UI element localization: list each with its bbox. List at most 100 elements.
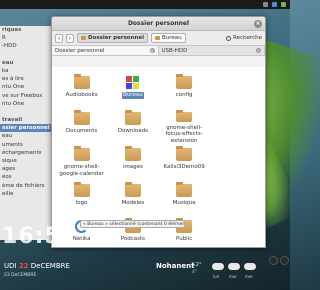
top-panel (0, 0, 290, 9)
folder-icon (155, 36, 161, 40)
folder-icon (176, 74, 193, 89)
tray-icon-2[interactable] (272, 2, 277, 7)
breadcrumb-home[interactable]: Dossier personnel (77, 33, 149, 43)
weather-day: lun (213, 274, 220, 279)
folder-icon (176, 182, 193, 197)
file-label: Bureau (122, 92, 144, 99)
weather-day: mar (229, 274, 237, 279)
file-item[interactable]: gnome-shell-focus-effects-extension (161, 108, 208, 144)
tray-icon-1[interactable] (263, 2, 268, 7)
sidebar-item[interactable] (0, 108, 51, 116)
search-button[interactable]: Recherche (226, 35, 262, 41)
window-titlebar[interactable]: Dossier personnel × (52, 17, 265, 31)
tab-bar: Dossier personnel × USB-HDD × (52, 46, 265, 56)
sidebar-item[interactable] (0, 51, 51, 59)
weather-city: Nohanent (156, 262, 195, 270)
file-item (212, 72, 259, 108)
tray-icon-3[interactable] (281, 2, 286, 7)
close-button[interactable]: × (254, 20, 262, 28)
tab-home[interactable]: Dossier personnel × (52, 46, 159, 55)
sidebar-item[interactable]: échargements (0, 149, 51, 157)
breadcrumb-bureau[interactable]: Bureau (151, 33, 186, 43)
dock (269, 256, 289, 265)
folder-icon (73, 182, 90, 197)
sidebar-item[interactable]: eau (0, 132, 51, 140)
tab-close-icon[interactable]: × (256, 48, 261, 53)
forward-button[interactable]: › (66, 33, 74, 43)
file-label: config (175, 92, 193, 98)
sidebar-item[interactable]: -HDD (0, 42, 51, 50)
file-item[interactable]: Kalisi3Demo09 (161, 144, 208, 180)
breadcrumb-label: Dossier personnel (88, 35, 145, 41)
desktop-date: UDI 22 DeCEMBRE (4, 262, 70, 270)
weather-temperature-low: 4° (192, 270, 198, 275)
weather-day: mer (245, 274, 254, 279)
file-label: images (122, 164, 143, 170)
file-item[interactable]: Musique (161, 180, 208, 216)
file-item[interactable]: Audiobooks (58, 72, 105, 108)
sidebar-item[interactable]: uments (0, 141, 51, 149)
dock-launcher[interactable] (280, 256, 289, 265)
folder-icon (176, 146, 193, 161)
desktop-cube-icon (126, 76, 140, 89)
file-label: Downloads (117, 128, 148, 134)
date-day: 22 (18, 262, 29, 270)
sidebar-item[interactable]: ntu One (0, 83, 51, 91)
date-month: DeCEMBRE (28, 262, 70, 270)
folder-icon (124, 182, 141, 197)
sidebar-item[interactable]: sique (0, 157, 51, 165)
file-label: Audiobooks (65, 92, 98, 98)
file-item[interactable]: images (109, 144, 156, 180)
desktop-small-date: 23 DeCEMBRE (4, 273, 37, 278)
folder-icon (73, 110, 90, 125)
sidebar-item[interactable]: es à lire (0, 75, 51, 83)
sidebar-item[interactable]: eille (0, 190, 51, 198)
file-item[interactable]: logo (58, 180, 105, 216)
file-item[interactable]: Bureau (109, 72, 156, 108)
file-item[interactable]: gnome-shell-google-calendar (58, 144, 105, 180)
sidebar-item: eau (2, 59, 14, 66)
tab-label: Dossier personnel (55, 47, 105, 54)
sidebar-item[interactable]: ntu One (0, 100, 51, 108)
search-icon (226, 35, 232, 41)
toolbar: ‹ › Dossier personnel Bureau Recherche (52, 31, 265, 46)
sidebar-item[interactable]: ka (0, 67, 51, 75)
folder-icon (73, 74, 90, 89)
window-title: Dossier personnel (127, 20, 190, 27)
file-label: Musique (172, 200, 196, 206)
file-label: Public (175, 236, 193, 242)
folder-icon (176, 110, 193, 122)
file-label: logo (75, 200, 88, 206)
file-item[interactable]: Downloads (109, 108, 156, 144)
file-label: gnome-shell-focus-effects-extension (165, 124, 203, 144)
tab-usb-hdd[interactable]: USB-HDD × (159, 46, 265, 55)
places-sidebar: riques R -HDD eau ka es à lire ntu One ve sur F… (0, 26, 52, 240)
sidebar-item[interactable]: ages (0, 165, 51, 173)
cloud-icon (212, 263, 224, 270)
back-button[interactable]: ‹ (55, 33, 63, 43)
search-label: Recherche (233, 35, 262, 41)
file-item[interactable]: Modèles (109, 180, 156, 216)
tab-close-icon[interactable]: × (149, 48, 155, 53)
file-label: Modèles (121, 200, 145, 206)
desktop-clock: 16:52 (2, 224, 78, 249)
folder-icon (124, 110, 141, 125)
date-prefix: UDI (4, 262, 19, 270)
cloud-icon (244, 263, 256, 270)
sidebar-item: riques (2, 27, 22, 33)
folder-icon (73, 146, 90, 161)
dock-launcher[interactable] (269, 256, 278, 265)
sidebar-item[interactable]: ve sur Freebox (0, 92, 51, 100)
sidebar-item[interactable]: ssier personnel (0, 124, 51, 133)
file-item[interactable]: Documents (58, 108, 105, 144)
sidebar-item[interactable]: ème de fichiers (0, 182, 51, 190)
sidebar-item[interactable]: R (0, 34, 51, 42)
sidebar-item[interactable]: éos (0, 173, 51, 181)
file-item[interactable]: config (161, 72, 208, 108)
weather-temperature: 12° (192, 262, 202, 268)
tab-label: USB-HDD (161, 47, 188, 54)
file-label: gnome-shell-google-calendar (59, 164, 104, 177)
file-item (212, 216, 259, 247)
breadcrumb-label: Bureau (162, 35, 182, 41)
sidebar-item: travail (2, 117, 23, 124)
